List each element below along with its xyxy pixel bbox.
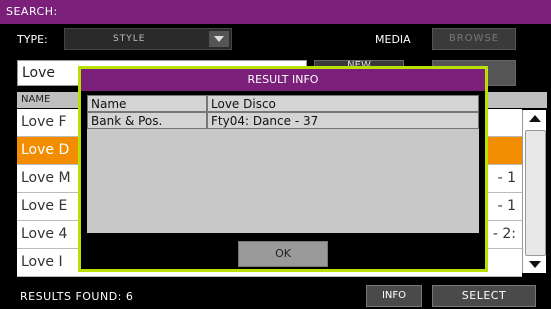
list-item-name: Love M — [21, 170, 71, 186]
chevron-down-icon[interactable] — [209, 31, 229, 47]
column-name-header: NAME — [21, 94, 51, 105]
search-value: Love — [22, 65, 56, 81]
field-key-bank: Bank & Pos. — [87, 112, 207, 129]
list-item-position: - 2: — [492, 226, 516, 242]
scroll-up-icon[interactable] — [529, 115, 541, 122]
type-select[interactable]: STYLE — [64, 28, 232, 50]
results-count: RESULTS FOUND: 6 — [20, 290, 134, 303]
list-item-name: Love D — [21, 142, 70, 158]
field-key-name: Name — [87, 95, 207, 112]
title-bar: SEARCH: — [0, 0, 551, 24]
type-value: STYLE — [113, 34, 146, 44]
list-item-position: - 1 — [497, 170, 516, 186]
dialog-title: RESULT INFO — [81, 69, 485, 91]
list-item-name: Love I — [21, 254, 63, 270]
page-title: SEARCH: — [6, 5, 58, 18]
scrollbar-thumb[interactable] — [525, 130, 546, 256]
select-button[interactable]: SELECT — [432, 285, 536, 307]
browse-button[interactable]: BROWSE — [432, 28, 516, 50]
info-button[interactable]: INFO — [366, 285, 422, 307]
ok-button[interactable]: OK — [238, 241, 328, 267]
type-label: TYPE: — [17, 33, 48, 46]
list-item-name: Love 4 — [21, 226, 68, 242]
media-label: MEDIA — [375, 33, 411, 46]
list-item-name: Love E — [21, 198, 68, 214]
dialog-body: Name Love Disco Bank & Pos. Fty04: Dance… — [87, 95, 479, 233]
field-value-name: Love Disco — [207, 95, 479, 112]
list-item-position: - 1 — [497, 198, 516, 214]
scroll-down-icon[interactable] — [529, 261, 541, 268]
field-value-bank: Fty04: Dance - 37 — [207, 112, 479, 129]
result-info-dialog: RESULT INFO Name Love Disco Bank & Pos. … — [78, 66, 488, 272]
list-item-name: Love F — [21, 114, 67, 130]
list-scrollbar[interactable] — [522, 110, 546, 273]
